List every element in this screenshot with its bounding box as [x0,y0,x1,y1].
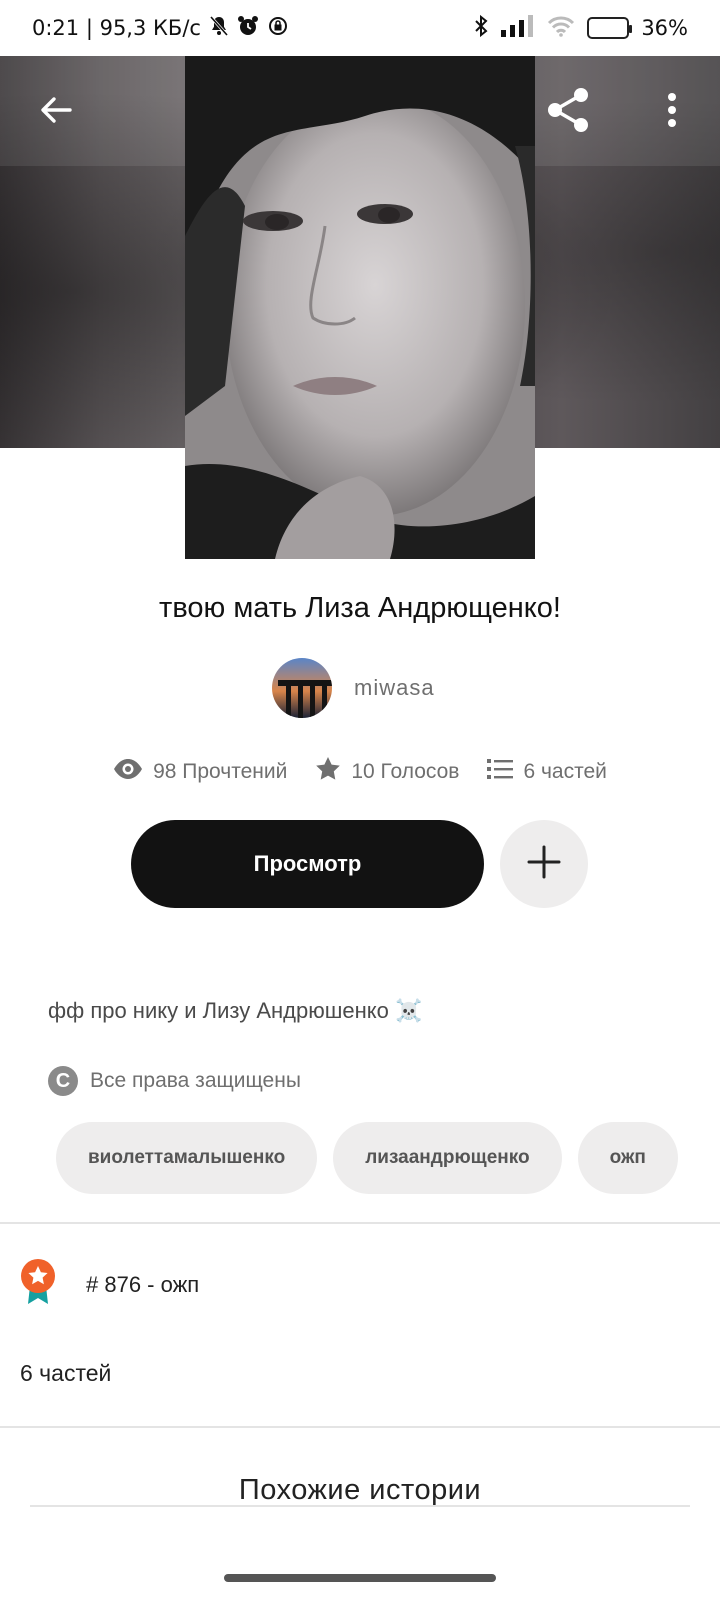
alarm-icon [237,15,259,42]
share-button[interactable] [540,84,596,140]
copyright-row: C Все права защищены [48,1066,301,1096]
gesture-home-bar[interactable] [224,1574,496,1582]
status-left: 0:21 | 95,3 КБ/с [32,15,289,42]
votes-count: 10 Голосов [351,760,460,783]
story-hero [0,56,720,560]
table-of-contents-label[interactable]: 6 частей [20,1360,111,1387]
tag-chip[interactable]: лизаандрющенко [333,1122,562,1194]
cellular-signal-icon [501,14,535,42]
more-options-button[interactable] [644,84,700,140]
tag-chip[interactable]: виолеттамалышенко [56,1122,318,1194]
copyright-icon: C [48,1066,78,1096]
arrow-left-icon [38,92,74,133]
tags-carousel[interactable]: виолеттамалышенко лизаандрющенко ожп [56,1122,690,1196]
eye-icon [113,758,143,786]
status-time-speed: 0:21 | 95,3 КБ/с [32,16,201,40]
status-bar: 0:21 | 95,3 КБ/с 36% [0,0,720,56]
bell-muted-icon [209,15,229,42]
section-divider [0,1222,720,1224]
reads-stat: 98 Прочтений [113,756,287,788]
author-name[interactable]: miwasa [354,675,435,701]
story-stats: 98 Прочтений 10 Голосов 6 частей [0,756,720,788]
author-avatar[interactable] [272,658,332,718]
story-description: фф про нику и Лизу Андрюшенко ☠️ [48,998,423,1023]
parts-stat: 6 частей [487,756,607,788]
bluetooth-icon [473,14,489,43]
more-vertical-icon [666,92,678,133]
plus-icon [526,844,562,885]
ranking-row[interactable]: # 876 - ожп [20,1258,199,1311]
tag-chip[interactable]: ожп [577,1122,678,1194]
ranking-badge-icon [20,1258,56,1311]
share-icon [543,85,593,140]
read-story-button[interactable]: Просмотр [131,820,484,908]
star-icon [315,756,341,788]
reads-count: 98 Прочтений [153,760,288,783]
parts-count: 6 частей [523,760,607,783]
wifi-icon [547,15,575,42]
section-divider [0,1426,720,1428]
story-title: твою мать Лиза Андрющенко! [159,592,561,624]
list-icon [487,758,514,786]
similar-stories-underline [30,1505,690,1507]
votes-stat: 10 Голосов [315,756,459,788]
ranking-text: # 876 - ожп [86,1271,200,1297]
copyright-text: Все права защищены [90,1069,301,1092]
vpn-icon [267,15,289,42]
similar-stories-heading: Похожие истории [238,1474,482,1506]
battery-icon [587,17,633,39]
author-row[interactable]: miwasa [272,658,435,718]
add-to-library-button[interactable] [500,820,588,908]
back-button[interactable] [28,84,84,140]
story-cover-image[interactable] [185,56,535,559]
status-right: 36% [473,14,688,43]
battery-percent: 36% [641,16,688,40]
